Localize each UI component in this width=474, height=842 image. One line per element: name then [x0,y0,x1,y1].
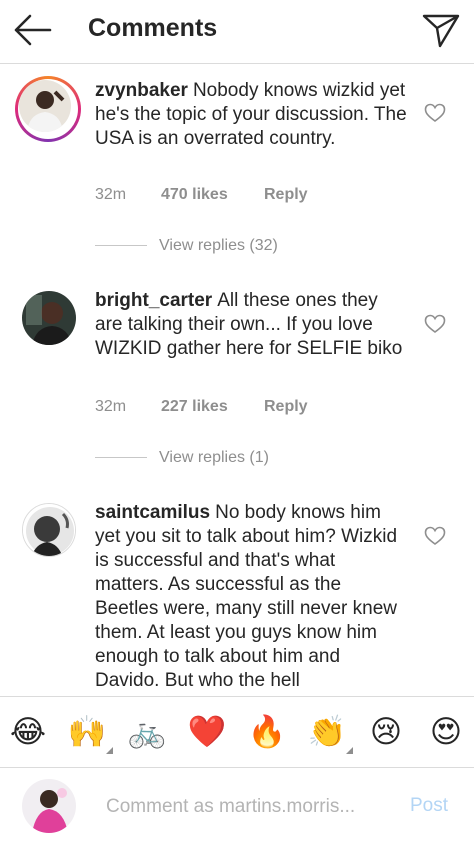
comment-likes[interactable]: 227 likes [161,398,264,416]
like-comment-button[interactable] [424,314,446,334]
reply-button[interactable]: Reply [264,186,308,204]
comment-text: No body knows him yet you sit to talk ab… [95,502,398,691]
view-replies-label: View replies (32) [159,237,278,254]
fire-emoji[interactable]: 🔥 [247,712,287,752]
current-user-avatar [22,779,76,833]
comment-likes[interactable]: 470 likes [161,186,264,204]
comment-body: saintcamilus No body knows him yet you si… [95,501,407,693]
divider [95,457,147,459]
paper-plane-icon [422,14,460,48]
direct-message-button[interactable] [420,10,462,50]
reply-button[interactable]: Reply [264,398,308,416]
header-bar: Comments [0,0,474,64]
comment-meta: 32m 470 likes Reply [95,186,308,204]
comment-input[interactable] [106,793,391,821]
divider [95,245,147,247]
crying-face-emoji[interactable]: 😢 [366,712,406,752]
comment-composer: Post [0,769,474,842]
heart-outline-icon [424,526,446,545]
heart-outline-icon [424,314,446,333]
laughing-tears-emoji[interactable]: 😂 [8,712,48,752]
arrow-left-icon [14,14,52,46]
heart-eyes-emoji[interactable]: 😍 [426,712,466,752]
view-replies-button[interactable]: View replies (32) [95,237,278,255]
comment-body: zvynbaker Nobody knows wizkid yet he's th… [95,79,407,151]
view-replies-label: View replies (1) [159,449,269,466]
comments-list[interactable]: zvynbaker Nobody knows wizkid yet he's th… [0,65,474,695]
back-button[interactable] [12,12,54,48]
variant-indicator [106,747,113,754]
avatar[interactable] [22,291,76,345]
emoji-quick-bar: 😂 🙌 🚲 ❤️ 🔥 👏 😢 😍 [0,696,474,768]
story-ring[interactable] [15,76,81,142]
comment-body: bright_carter All these ones they are tal… [95,289,407,361]
view-replies-button[interactable]: View replies (1) [95,449,269,467]
comment-time: 32m [95,398,127,415]
page-title: Comments [88,14,218,42]
comment-username[interactable]: zvynbaker [95,80,188,101]
comment-meta: 32m 227 likes Reply [95,398,308,416]
comment-username[interactable]: bright_carter [95,290,212,311]
comment-time: 32m [95,186,127,203]
raised-hands-glyph: 🙌 [67,714,107,750]
clapping-hands-emoji[interactable]: 👏 [307,712,353,754]
post-button[interactable]: Post [410,795,448,817]
heart-outline-icon [424,103,446,122]
like-comment-button[interactable] [424,103,446,123]
avatar[interactable] [22,503,76,557]
avatar [19,80,71,132]
bicycle-emoji[interactable]: 🚲 [127,712,167,752]
raised-hands-emoji[interactable]: 🙌 [67,712,113,754]
clapping-hands-glyph: 👏 [307,714,347,750]
like-comment-button[interactable] [424,526,446,546]
red-heart-emoji[interactable]: ❤️ [187,712,227,752]
variant-indicator [346,747,353,754]
comment-username[interactable]: saintcamilus [95,502,210,523]
